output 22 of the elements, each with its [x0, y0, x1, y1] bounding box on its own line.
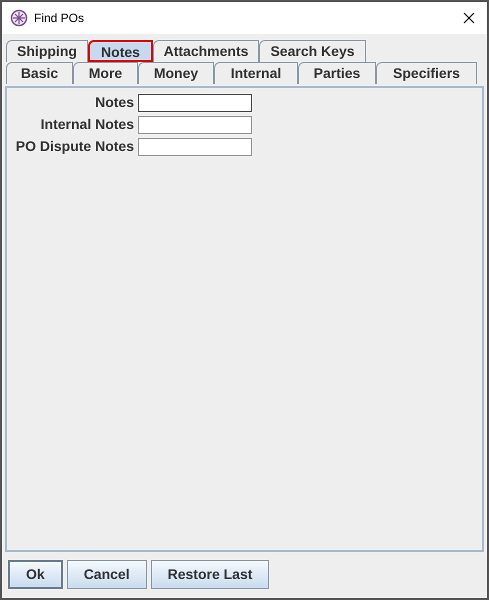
tab[interactable]: Basic — [6, 62, 73, 84]
tab[interactable]: Shipping — [6, 40, 88, 62]
tab[interactable]: Money — [138, 62, 214, 84]
field-label: PO Dispute Notes — [14, 137, 135, 156]
input-field[interactable] — [138, 138, 252, 156]
close-icon[interactable] — [463, 12, 475, 24]
tab[interactable]: Search Keys — [259, 40, 366, 62]
input-field[interactable] — [138, 116, 252, 134]
tab[interactable]: Specifiers — [376, 62, 477, 84]
tab[interactable]: Internal — [214, 62, 298, 84]
window-title: Find POs — [34, 10, 84, 27]
tab[interactable]: Notes — [88, 40, 153, 62]
field-label: Internal Notes — [40, 115, 135, 134]
dialog-button[interactable]: Cancel — [66, 560, 147, 589]
tab[interactable]: Parties — [298, 62, 376, 84]
input-field[interactable] — [138, 94, 252, 112]
app-icon — [10, 9, 28, 27]
dialog-button[interactable]: Ok — [8, 560, 63, 589]
field-label: Notes — [94, 93, 135, 112]
tab[interactable]: Attachments — [153, 40, 259, 62]
dialog-button[interactable]: Restore Last — [150, 560, 270, 589]
tab[interactable]: More — [73, 62, 138, 84]
